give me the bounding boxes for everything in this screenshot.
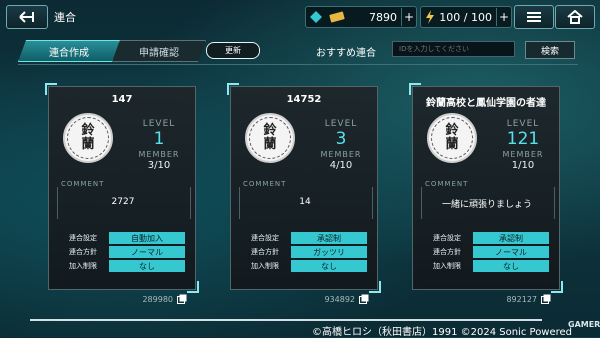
id-search-input[interactable] [392, 41, 515, 57]
gem-count: 7890 [369, 10, 397, 24]
back-button[interactable] [6, 5, 48, 29]
union-emblem: 鈴蘭 [245, 113, 295, 163]
level-label: LEVEL [324, 119, 358, 129]
comment-text: 2727 [111, 197, 135, 207]
setting-row: 連合設定 承認制 [423, 232, 553, 244]
member-label: MEMBER [502, 150, 544, 159]
policy-row: 連合方針 ノーマル [423, 246, 553, 258]
restriction-row: 加入制限 なし [241, 260, 371, 272]
divider [18, 64, 578, 65]
gem-counter: 7890 + [305, 6, 417, 28]
copy-icon[interactable] [359, 294, 369, 304]
restriction-row: 加入制限 なし [423, 260, 553, 272]
policy-value: ノーマル [473, 246, 549, 258]
setting-value: 承認制 [473, 232, 549, 244]
member-count: 4/10 [329, 160, 353, 171]
search-button[interactable]: 検索 [525, 41, 575, 59]
union-id: 289980 [142, 295, 173, 304]
level-value: 3 [335, 129, 347, 149]
copy-icon[interactable] [177, 294, 187, 304]
member-label: MEMBER [138, 150, 180, 159]
energy-count: 100 / 100 [439, 10, 492, 24]
comment-text: 一緒に頑張りましょう [441, 200, 532, 210]
tab-request-check[interactable]: 申請確認 [112, 40, 206, 62]
copy-icon[interactable] [541, 294, 551, 304]
member-count: 1/10 [511, 160, 535, 171]
level-value: 1 [153, 129, 165, 149]
member-count: 3/10 [147, 160, 171, 171]
setting-row: 連合設定 自動加入 [59, 232, 189, 244]
home-icon [567, 10, 583, 24]
policy-row: 連合方針 ノーマル [59, 246, 189, 258]
gem-icon [310, 11, 322, 23]
copyright-text: ©高橋ヒロシ（秋田書店）1991 ©2024 Sonic Powered [312, 327, 573, 338]
comment-text: 14 [299, 197, 311, 207]
member-label: MEMBER [320, 150, 362, 159]
energy-counter: 100 / 100 + [420, 6, 512, 28]
restriction-value: なし [291, 260, 367, 272]
scroll-indicator [30, 319, 542, 321]
union-card[interactable]: 鈴蘭高校と鳳仙学園の者達 鈴蘭 LEVEL 121 MEMBER 1/10 CO… [409, 83, 563, 304]
policy-value: ノーマル [109, 246, 185, 258]
restriction-row: 加入制限 なし [59, 260, 189, 272]
back-arrow-icon [19, 11, 34, 23]
menu-button[interactable] [514, 5, 554, 29]
union-id: 892127 [506, 295, 537, 304]
restriction-value: なし [473, 260, 549, 272]
union-id: 934892 [324, 295, 355, 304]
tab-create-union[interactable]: 連合作成 [18, 40, 120, 62]
home-button[interactable] [555, 5, 595, 29]
policy-row: 連合方針 ガッツリ [241, 246, 371, 258]
level-value: 121 [506, 129, 540, 149]
union-card[interactable]: 147 鈴蘭 LEVEL 1 MEMBER 3/10 COMMENT 2727 … [45, 83, 199, 304]
top-bar: 連合 7890 + 100 / 100 + [0, 0, 600, 34]
lightning-icon [426, 10, 434, 24]
level-label: LEVEL [142, 119, 176, 129]
setting-value: 承認制 [291, 232, 367, 244]
union-emblem: 鈴蘭 [63, 113, 113, 163]
hamburger-icon [527, 12, 541, 22]
restriction-value: なし [109, 260, 185, 272]
policy-value: ガッツリ [291, 246, 367, 258]
add-energy-button[interactable]: + [496, 8, 511, 26]
union-card[interactable]: 14752 鈴蘭 LEVEL 3 MEMBER 4/10 COMMENT 14 … [227, 83, 381, 304]
setting-row: 連合設定 承認制 [241, 232, 371, 244]
add-gems-button[interactable]: + [401, 8, 416, 26]
refresh-button[interactable]: 更新 [206, 42, 260, 59]
watermark: GAMER [568, 320, 600, 329]
union-name: 147 [111, 94, 133, 105]
recommend-label: おすすめ連合 [316, 48, 376, 59]
ticket-icon [329, 11, 345, 23]
page-title: 連合 [54, 11, 76, 24]
level-label: LEVEL [506, 119, 540, 129]
union-emblem: 鈴蘭 [427, 113, 477, 163]
setting-value: 自動加入 [109, 232, 185, 244]
union-name: 鈴蘭高校と鳳仙学園の者達 [426, 98, 546, 109]
union-name: 14752 [286, 94, 322, 105]
